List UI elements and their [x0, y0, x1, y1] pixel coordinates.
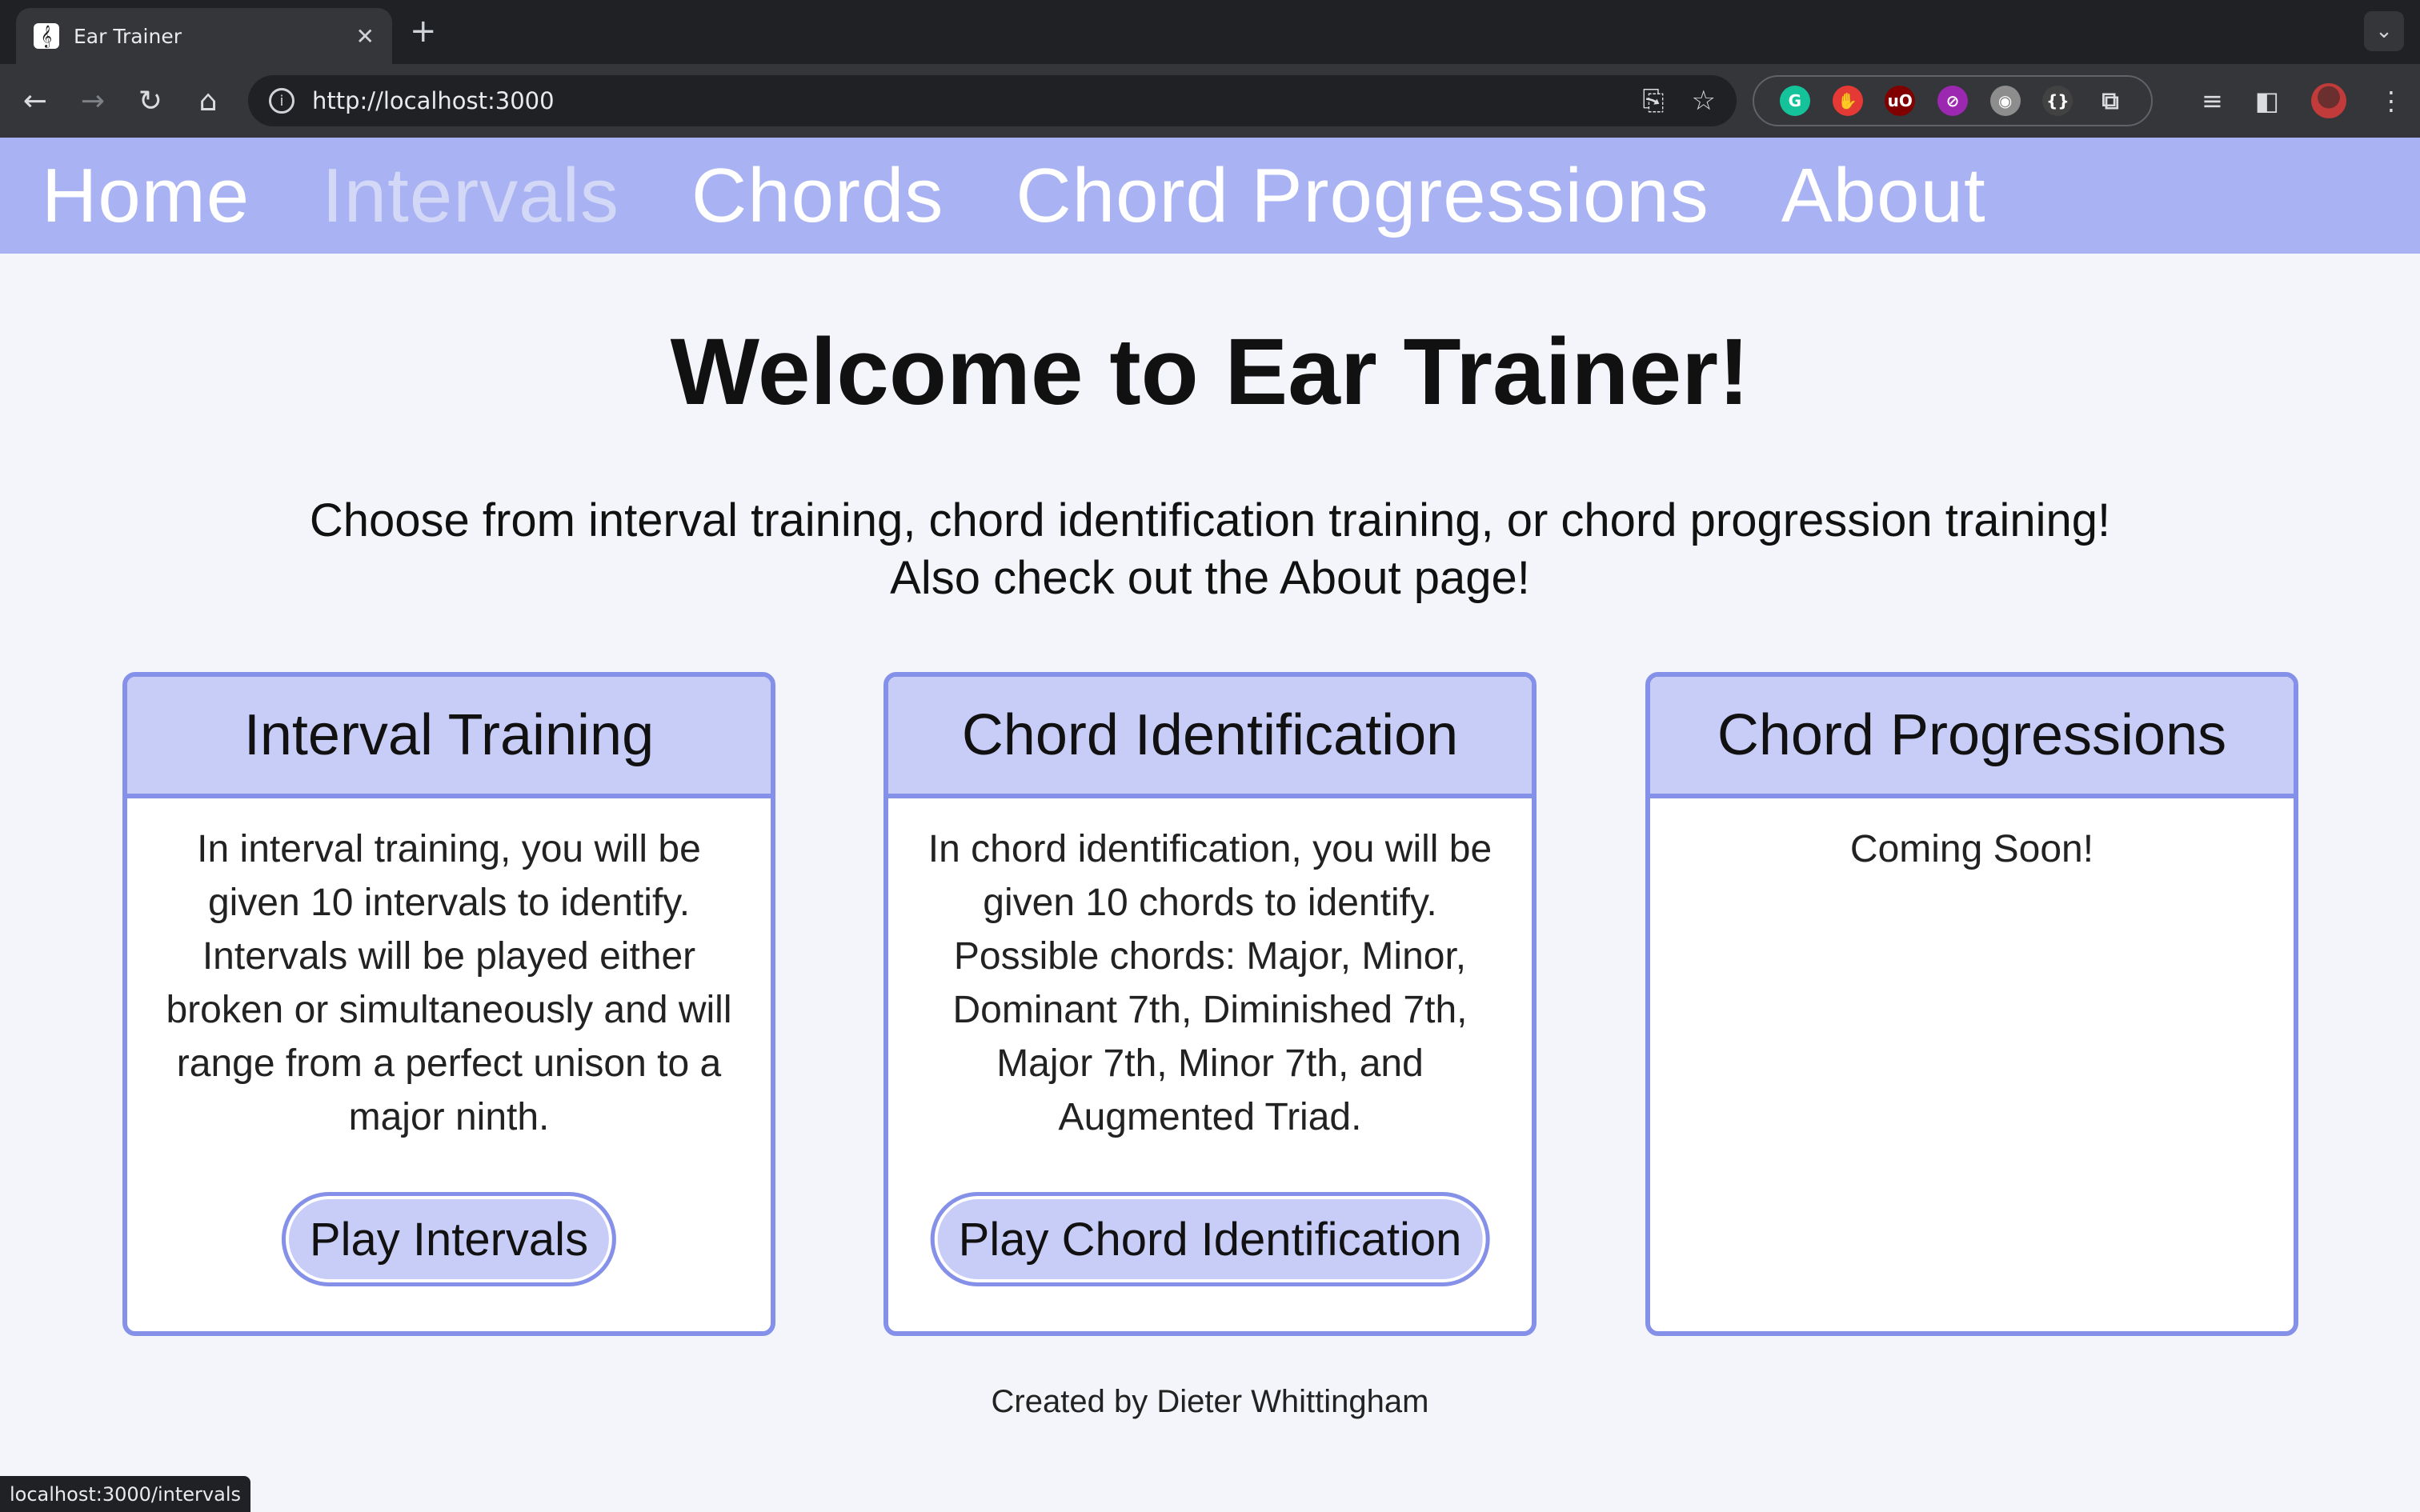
intro-line-1: Choose from interval training, chord ide… [309, 494, 2111, 546]
media-controls-icon[interactable]: ≡ [2202, 86, 2223, 116]
nav-link-chords[interactable]: Chords [691, 152, 944, 240]
treble-clef-icon: 𝄞 [34, 23, 59, 49]
tab-search-chevron-icon[interactable]: ⌄ [2364, 11, 2404, 51]
intro-text: Choose from interval training, chord ide… [0, 492, 2420, 607]
nav-link-home[interactable]: Home [42, 152, 250, 240]
nav-link-chord-progressions[interactable]: Chord Progressions [1016, 152, 1709, 240]
forward-button[interactable]: → [64, 85, 122, 118]
intro-line-2: Also check out the About page! [890, 552, 1530, 604]
card-description: In interval training, you will be given … [166, 828, 732, 1138]
nav-link-about[interactable]: About [1781, 152, 1986, 240]
nav-link-intervals[interactable]: Intervals [322, 152, 619, 240]
menu-kebab-icon[interactable]: ⋮ [2378, 86, 2404, 116]
page-title: Welcome to Ear Trainer! [670, 319, 1750, 425]
card-description: Coming Soon! [1849, 828, 2094, 870]
card-description: In chord identification, you will be giv… [928, 828, 1492, 1138]
adblock-icon[interactable]: ✋ [1832, 86, 1863, 116]
close-tab-icon[interactable]: ✕ [356, 23, 375, 50]
main-content: Welcome to Ear Trainer! Choose from inte… [0, 254, 2420, 1512]
play-chord-identification-button[interactable]: Play Chord Identification [930, 1192, 1490, 1286]
home-button[interactable]: ⌂ [179, 85, 237, 118]
compass-icon[interactable]: ⊘ [1937, 86, 1968, 116]
owl-icon[interactable]: ◉ [1989, 86, 2021, 116]
side-panel-icon[interactable]: ◧ [2255, 86, 2279, 116]
browser-tab-strip: 𝄞 Ear Trainer ✕ + ⌄ [0, 0, 2420, 64]
card-title: Chord Identification [888, 677, 1532, 798]
toolbar-right: ≡ ◧ ⋮ [2202, 75, 2404, 126]
play-intervals-button[interactable]: Play Intervals [281, 1192, 617, 1286]
card-title: Interval Training [127, 677, 771, 798]
code-icon[interactable]: {} [2042, 86, 2073, 116]
ublock-icon[interactable]: uO [1885, 86, 1916, 116]
footer-credit: Created by Dieter Whittingham [991, 1384, 1429, 1419]
profile-avatar[interactable] [2311, 83, 2346, 118]
extensions-group: G ✋ uO ⊘ ◉ {} ⧉ [1753, 75, 2153, 126]
card-chord-identification: Chord Identification In chord identifica… [883, 672, 1537, 1336]
site-nav: Home Intervals Chords Chord Progressions Abo… [0, 138, 2420, 254]
card-interval-training: Interval Training In interval training, … [122, 672, 775, 1336]
back-button[interactable]: ← [6, 85, 64, 118]
bookmark-star-icon[interactable]: ☆ [1692, 85, 1716, 117]
extensions-puzzle-icon[interactable]: ⧉ [2095, 86, 2126, 116]
browser-tab[interactable]: 𝄞 Ear Trainer ✕ [16, 8, 392, 64]
reload-button[interactable]: ↻ [122, 85, 179, 118]
new-tab-button[interactable]: + [410, 13, 437, 50]
status-bar-url: localhost:3000/intervals [0, 1476, 250, 1512]
card-title: Chord Progressions [1650, 677, 2294, 798]
tab-title: Ear Trainer [74, 24, 182, 48]
site-info-icon[interactable]: i [269, 88, 294, 114]
grammarly-icon[interactable]: G [1779, 86, 1810, 116]
address-url[interactable]: http://localhost:3000 [312, 87, 1615, 114]
card-chord-progressions: Chord Progressions Coming Soon! [1645, 672, 2298, 1336]
address-bar[interactable]: i http://localhost:3000 ⎘ ☆ [248, 75, 1737, 126]
browser-toolbar: ← → ↻ ⌂ i http://localhost:3000 ⎘ ☆ G ✋ uO… [0, 64, 2420, 138]
install-app-icon[interactable]: ⎘ [1642, 85, 1664, 117]
